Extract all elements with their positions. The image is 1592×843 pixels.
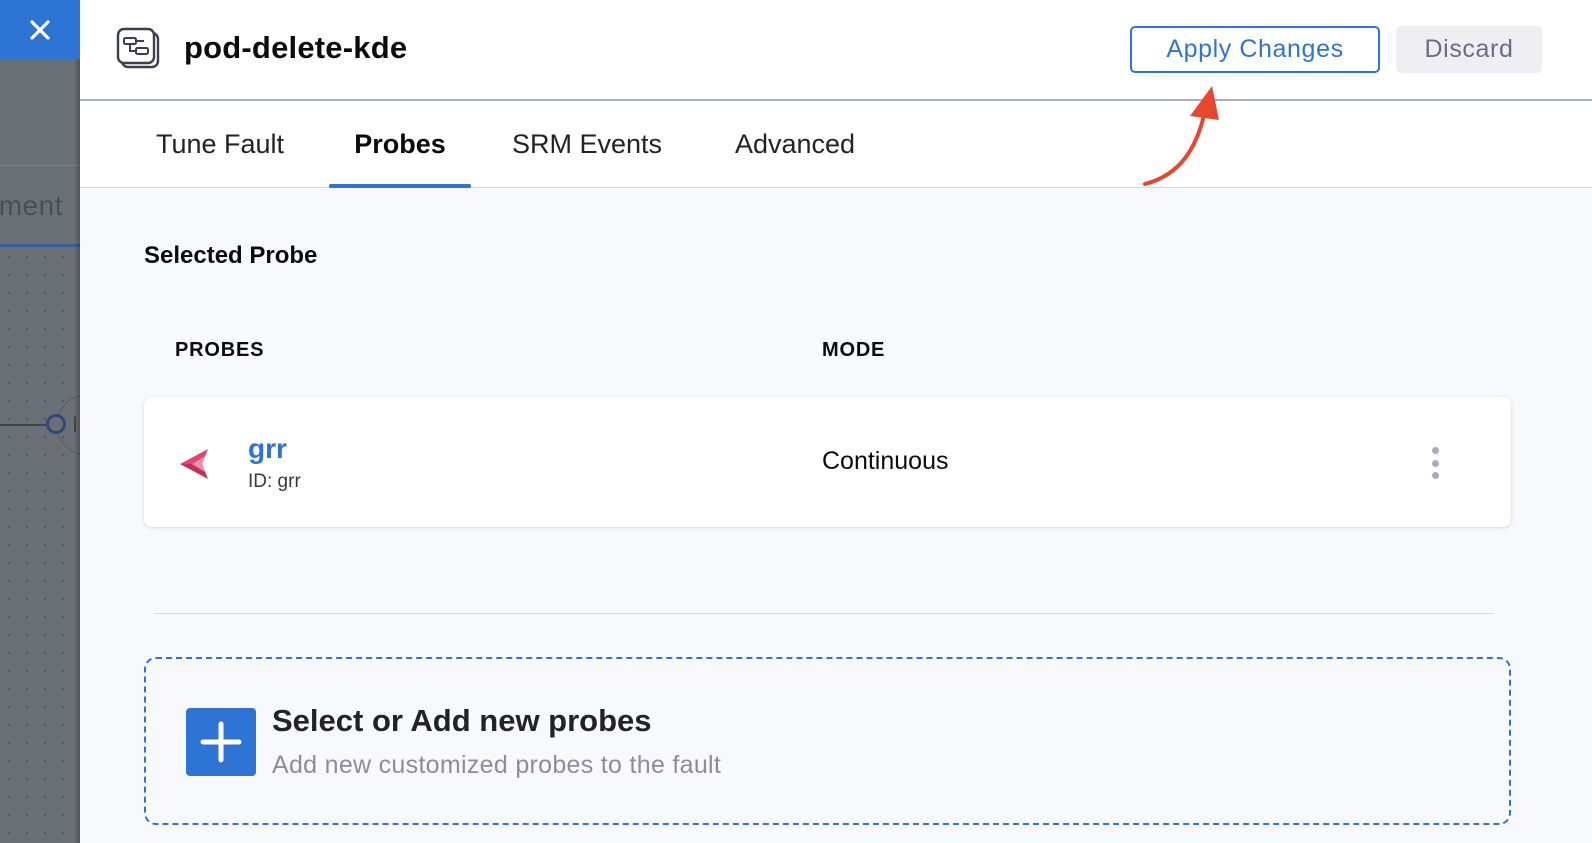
kebab-dot <box>1431 459 1439 467</box>
fault-config-drawer: pod-delete-kde Apply Changes Discard Tun… <box>80 0 1592 843</box>
tab-advanced[interactable]: Advanced <box>710 101 880 187</box>
background-canvas-grid <box>0 248 80 843</box>
probe-id: ID: grr <box>248 471 301 492</box>
close-icon <box>30 19 50 40</box>
add-probe-subtitle: Add new customized probes to the fault <box>272 751 722 779</box>
section-title: Selected Probe <box>144 242 318 269</box>
add-probe-dropzone[interactable]: Select or Add new probes Add new customi… <box>144 657 1511 825</box>
drawer-header: pod-delete-kde Apply Changes Discard <box>80 0 1592 101</box>
tab-srm-events[interactable]: SRM Events <box>494 101 680 187</box>
section-divider <box>154 613 1494 614</box>
background-edge <box>0 424 50 426</box>
close-drawer-button[interactable] <box>0 0 80 59</box>
probes-tab-content: Selected Probe PROBES MODE grr ID: grr C… <box>80 188 1592 843</box>
kebab-dot <box>1431 472 1439 479</box>
background-breadcrumb: iment <box>0 190 63 221</box>
tab-bar: Tune Fault Probes SRM Events Advanced <box>80 101 1592 188</box>
plus-icon <box>200 721 242 763</box>
add-probe-title: Select or Add new probes <box>272 703 652 738</box>
background-overlay: iment I <box>0 0 80 843</box>
kebab-dot <box>1431 447 1439 454</box>
column-header-mode: MODE <box>822 339 886 361</box>
column-header-probes: PROBES <box>175 339 265 361</box>
background-divider <box>0 165 80 166</box>
more-options-icon[interactable] <box>1424 443 1446 483</box>
probe-row[interactable]: grr ID: grr Continuous <box>144 397 1511 527</box>
apply-changes-button[interactable]: Apply Changes <box>1130 26 1380 73</box>
tab-tune-fault[interactable]: Tune Fault <box>130 101 310 187</box>
fault-title: pod-delete-kde <box>184 30 408 65</box>
experiment-icon <box>116 27 160 69</box>
background-node-port <box>46 414 66 434</box>
add-probe-button[interactable] <box>186 708 256 776</box>
discard-button[interactable]: Discard <box>1396 26 1542 73</box>
probe-name-link[interactable]: grr <box>248 433 287 465</box>
background-tab-underline <box>0 244 80 247</box>
probe-type-icon <box>180 449 208 479</box>
tab-probes[interactable]: Probes <box>329 101 471 188</box>
probe-mode: Continuous <box>822 447 949 475</box>
